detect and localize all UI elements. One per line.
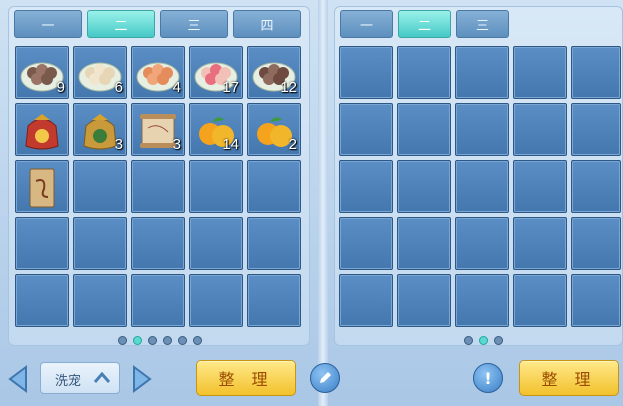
inventory-slot[interactable] [189,274,243,327]
left-tab-3[interactable]: 三 [160,10,228,38]
item-count: 4 [172,79,181,96]
left-page-dot[interactable] [163,336,172,345]
pet-select-dropdown[interactable]: 洗宠 [40,362,120,394]
panel-divider [318,0,328,406]
inventory-slot[interactable] [73,217,127,270]
storage-slot[interactable] [571,160,621,213]
storage-slot[interactable] [339,160,393,213]
inventory-slot[interactable] [247,217,301,270]
inventory-slot[interactable] [73,160,127,213]
storage-slot[interactable] [513,217,567,270]
storage-slot[interactable] [397,160,451,213]
left-page-dot[interactable] [193,336,202,345]
inventory-slot[interactable]: 12 [247,46,301,99]
right-tab-2[interactable]: 二 [398,10,451,38]
inventory-slot[interactable] [131,160,185,213]
storage-slot[interactable] [571,46,621,99]
storage-slot[interactable] [513,46,567,99]
left-tab-4[interactable]: 四 [233,10,301,38]
inventory-slot[interactable]: 6 [73,46,127,99]
inventory-slot[interactable] [247,160,301,213]
inventory-slot[interactable] [73,274,127,327]
item-count: 12 [280,79,297,96]
inventory-slot[interactable]: 3 [131,103,185,156]
pet-select-label: 洗宠 [55,374,82,389]
next-pet-arrow-icon[interactable] [132,364,154,394]
inventory-slot[interactable] [189,160,243,213]
storage-slot[interactable] [571,103,621,156]
inventory-slot[interactable]: 17 [189,46,243,99]
inventory-slot[interactable]: 4 [131,46,185,99]
prev-pet-arrow-icon[interactable] [6,364,28,394]
sort-inventory-button[interactable]: 整 理 [196,360,296,396]
storage-slot[interactable] [571,274,621,327]
item-count: 3 [114,136,123,153]
inventory-slot[interactable] [131,217,185,270]
item-count: 17 [222,79,239,96]
inventory-slot[interactable]: 3 [73,103,127,156]
item-count: 3 [172,136,181,153]
item-count: 6 [114,79,123,96]
storage-slot[interactable] [455,103,509,156]
storage-slot[interactable] [455,46,509,99]
storage-slot[interactable] [397,274,451,327]
inventory-slot[interactable] [15,160,69,213]
storage-slot[interactable] [339,274,393,327]
storage-slot[interactable] [397,46,451,99]
left-page-dot[interactable] [118,336,127,345]
storage-slot[interactable] [455,160,509,213]
inventory-slot[interactable] [189,217,243,270]
left-tab-1[interactable]: 一 [14,10,82,38]
storage-slot[interactable] [571,217,621,270]
inventory-slot[interactable] [15,103,69,156]
storage-slot[interactable] [339,46,393,99]
storage-slot[interactable] [339,217,393,270]
right-tab-1[interactable]: 一 [340,10,393,38]
inventory-slot[interactable]: 9 [15,46,69,99]
inventory-slot[interactable] [15,217,69,270]
right-tab-3[interactable]: 三 [456,10,509,38]
inventory-slot[interactable]: 2 [247,103,301,156]
item-count: 2 [288,136,297,153]
left-tab-2[interactable]: 二 [87,10,155,38]
right-page-dot[interactable] [479,336,488,345]
storage-slot[interactable] [513,160,567,213]
storage-slot[interactable] [339,103,393,156]
storage-slot[interactable] [455,274,509,327]
right-page-dot[interactable] [494,336,503,345]
inventory-slot[interactable] [247,274,301,327]
item-count: 14 [222,136,239,153]
storage-slot[interactable] [397,217,451,270]
sort-storage-button[interactable]: 整 理 [519,360,619,396]
storage-slot[interactable] [455,217,509,270]
storage-slot[interactable] [397,103,451,156]
inventory-slot[interactable] [15,274,69,327]
left-page-dot[interactable] [148,336,157,345]
info-button[interactable]: ! [473,363,503,393]
storage-slot[interactable] [513,103,567,156]
right-page-dot[interactable] [464,336,473,345]
item-count: 9 [56,79,65,96]
storage-slot[interactable] [513,274,567,327]
edit-pencil-button[interactable] [310,363,340,393]
inventory-slot[interactable] [131,274,185,327]
pencil-icon [320,372,331,383]
left-page-dot[interactable] [178,336,187,345]
left-page-dot[interactable] [133,336,142,345]
inventory-slot[interactable]: 14 [189,103,243,156]
chevron-up-icon [93,371,111,383]
